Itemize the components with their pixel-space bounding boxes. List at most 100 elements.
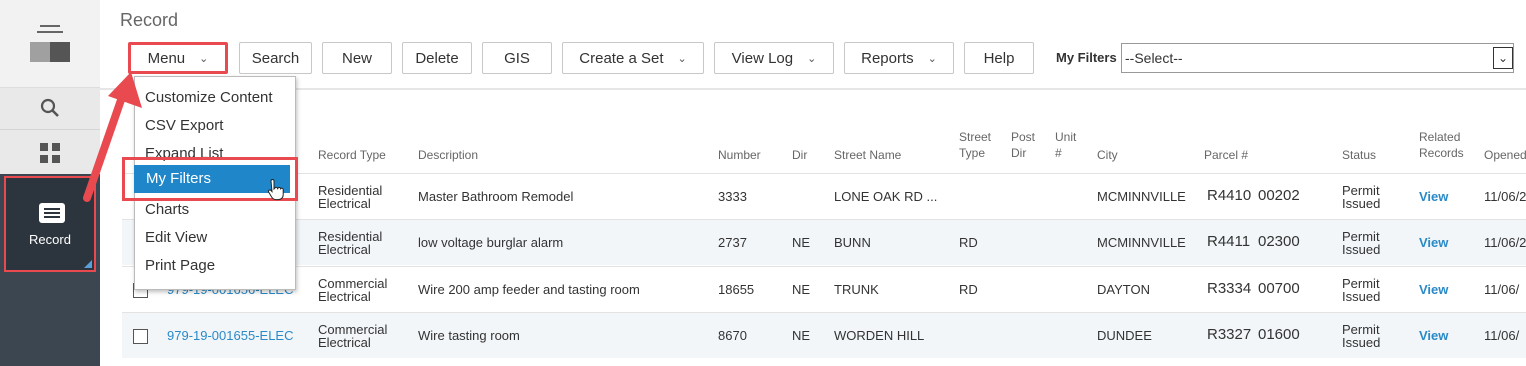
reports-label: Reports [861, 49, 914, 67]
search-button[interactable]: Search [239, 42, 312, 74]
related-records-link[interactable]: View [1419, 190, 1448, 203]
menu-item-customize-content[interactable]: Customize Content [145, 89, 273, 106]
header-related-records[interactable]: Related Records [1419, 129, 1464, 161]
left-rail: Record [0, 0, 100, 366]
status: Permit Issued [1342, 322, 1381, 350]
header-unit-l2: # [1055, 146, 1062, 160]
rail-record-button[interactable]: Record [4, 176, 96, 272]
dir: NE [792, 328, 811, 343]
header-street-type-l1: Street [959, 130, 992, 144]
rail-search-button[interactable] [0, 88, 100, 130]
my-filters-label: My Filters [1056, 50, 1117, 65]
header-street-name[interactable]: Street Name [834, 147, 901, 163]
status: Permit Issued [1342, 276, 1381, 304]
record-type: Commercial Electrical [318, 276, 388, 304]
record-list-icon [39, 203, 65, 223]
street-name: WORDEN HILL [834, 328, 925, 343]
header-opened[interactable]: Opened [1484, 147, 1526, 163]
menu-item-edit-view[interactable]: Edit View [145, 229, 207, 246]
my-filters-select[interactable]: --Select-- ⌄ [1121, 43, 1514, 73]
header-unit[interactable]: Unit # [1055, 129, 1076, 161]
chevron-down-icon: ⌄ [807, 52, 817, 65]
header-city[interactable]: City [1097, 147, 1118, 163]
related-records-link[interactable]: View [1419, 329, 1448, 342]
header-related-l2: Records [1419, 146, 1464, 160]
chevron-down-icon: ⌄ [1493, 47, 1513, 69]
rail-record-label: Record [29, 232, 71, 247]
rail-dashboard-button[interactable] [0, 130, 100, 174]
create-set-button[interactable]: Create a Set ⌄ [562, 42, 704, 74]
header-number[interactable]: Number [718, 147, 761, 163]
view-log-label: View Log [731, 49, 794, 67]
menu-item-csv-export[interactable]: CSV Export [145, 117, 223, 134]
search-icon [40, 98, 59, 117]
header-post-dir-l2: Dir [1011, 146, 1027, 160]
header-description[interactable]: Description [418, 147, 478, 163]
menu-item-my-filters[interactable]: My Filters [122, 157, 298, 201]
street-type: RD [959, 282, 978, 297]
number: 8670 [718, 328, 747, 343]
menu-button-label: Menu [147, 49, 186, 67]
header-unit-l1: Unit [1055, 130, 1077, 144]
parcel-b: 00202 [1258, 187, 1300, 204]
new-button-label: New [341, 49, 372, 67]
parcel-b: 00700 [1258, 280, 1300, 297]
related-records-link[interactable]: View [1419, 236, 1448, 249]
menu-item-print-page[interactable]: Print Page [145, 257, 215, 274]
street-type: RD [959, 235, 978, 250]
opened-date: 11/06/ [1484, 328, 1520, 343]
city: DUNDEE [1097, 328, 1152, 343]
hand-cursor-icon [268, 179, 284, 201]
parcel-a: R4410 [1207, 187, 1252, 204]
menu-button[interactable]: Menu ⌄ [128, 42, 228, 74]
city: DAYTON [1097, 282, 1150, 297]
description: Wire tasting room [418, 328, 520, 343]
create-set-label: Create a Set [579, 49, 664, 67]
grid-icon [40, 143, 60, 163]
header-parcel[interactable]: Parcel # [1204, 147, 1248, 163]
header-post-dir-l1: Post [1011, 130, 1036, 144]
number: 2737 [718, 235, 747, 250]
street-name: TRUNK [834, 282, 879, 297]
menu-item-charts[interactable]: Charts [145, 201, 189, 218]
header-record-type[interactable]: Record Type [318, 147, 386, 163]
app-launcher[interactable] [0, 0, 100, 88]
chevron-down-icon: ⌄ [677, 52, 687, 65]
app-logo-icon [30, 22, 70, 62]
parcel-a: R4411 [1207, 233, 1251, 250]
corner-triangle-icon [84, 260, 92, 268]
opened-date: 11/06/2 [1484, 235, 1526, 250]
header-street-type[interactable]: Street Type [959, 129, 991, 161]
row-checkbox[interactable] [133, 329, 148, 344]
gis-button-label: GIS [504, 49, 530, 67]
header-status[interactable]: Status [1342, 147, 1376, 163]
parcel-a: R3334 [1207, 280, 1252, 297]
chevron-down-icon: ⌄ [199, 52, 209, 65]
view-log-button[interactable]: View Log ⌄ [714, 42, 834, 74]
reports-button[interactable]: Reports ⌄ [844, 42, 954, 74]
dir: NE [792, 235, 811, 250]
header-dir[interactable]: Dir [792, 147, 807, 163]
record-type: Commercial Electrical [318, 322, 388, 350]
number: 18655 [718, 282, 755, 297]
related-records-link[interactable]: View [1419, 283, 1448, 296]
opened-date: 11/06/ [1484, 282, 1520, 297]
help-button[interactable]: Help [964, 42, 1034, 74]
parcel-a: R3327 [1207, 326, 1252, 343]
record-number-link[interactable]: 979-19-001655-ELEC [167, 329, 293, 342]
record-type: Residential Electrical [318, 229, 383, 257]
city: MCMINNVILLE [1097, 189, 1186, 204]
delete-button[interactable]: Delete [402, 42, 472, 74]
chevron-down-icon: ⌄ [927, 52, 937, 65]
gis-button[interactable]: GIS [482, 42, 552, 74]
page-title: Record [120, 10, 179, 30]
header-post-dir[interactable]: Post Dir [1011, 129, 1035, 161]
street-name: BUNN [834, 235, 871, 250]
delete-button-label: Delete [415, 49, 459, 67]
record-type: Residential Electrical [318, 183, 383, 211]
new-button[interactable]: New [322, 42, 392, 74]
search-button-label: Search [251, 49, 300, 67]
header-related-l1: Related [1419, 130, 1461, 144]
street-name: LONE OAK RD ... [834, 189, 938, 204]
opened-date: 11/06/2 [1484, 189, 1526, 204]
